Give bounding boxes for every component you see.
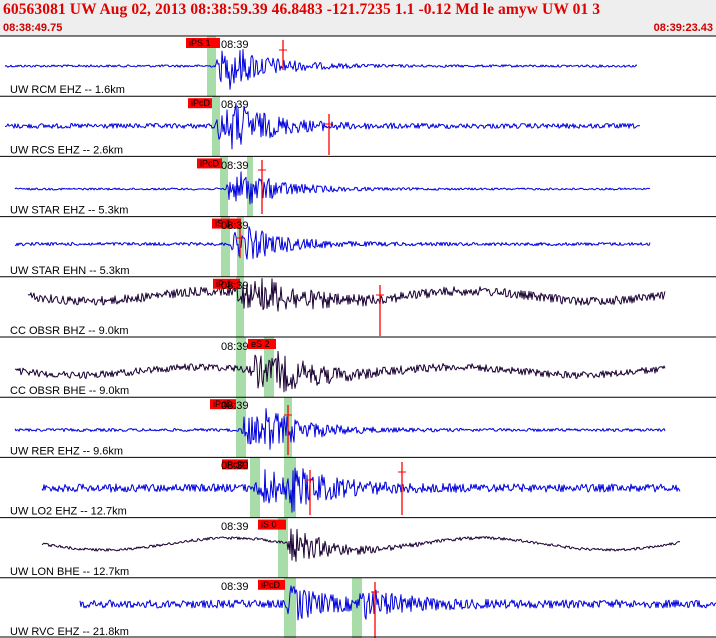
phase-window bbox=[212, 96, 220, 157]
waveform-trace[interactable] bbox=[14, 171, 651, 205]
waveform-trace[interactable] bbox=[14, 226, 651, 260]
trace-label: UW LON BHE -- 12.7km bbox=[10, 566, 129, 578]
time-tick-label: 08:39 bbox=[221, 39, 249, 51]
pick-label: eS 2 bbox=[251, 339, 270, 349]
pick-label: iPcD bbox=[200, 158, 220, 168]
time-tick-label: 08:39 bbox=[221, 160, 249, 172]
pick-label: iPcD bbox=[261, 580, 281, 590]
time-tick-label: 08:39 bbox=[221, 341, 249, 353]
waveform-trace[interactable] bbox=[41, 467, 681, 513]
trace-label: UW RVC EHZ -- 21.8km bbox=[10, 626, 129, 638]
time-tick-label: 08:39 bbox=[221, 400, 249, 412]
trace-label: UW LO2 EHZ -- 12.7km bbox=[10, 506, 127, 518]
time-tick-label: 08:39 bbox=[221, 280, 249, 292]
waveform-trace[interactable] bbox=[14, 408, 666, 450]
waveform-trace[interactable] bbox=[4, 102, 640, 150]
time-tick-label: 08:39 bbox=[221, 220, 249, 232]
trace-label: UW STAR EHZ -- 5.3km bbox=[10, 205, 128, 217]
trace-label: CC OBSR BHE -- 9.0km bbox=[10, 385, 129, 397]
waveform-trace[interactable] bbox=[41, 528, 681, 562]
pick-label: iPcD bbox=[191, 98, 211, 108]
pick-label: iPS 1 bbox=[189, 38, 211, 48]
time-tick-label: 08:39 bbox=[221, 99, 249, 111]
trace-label: UW RCM EHZ -- 1.6km bbox=[10, 84, 125, 96]
pick-label: iS 0 bbox=[261, 520, 277, 530]
trace-label: UW RCS EHZ -- 2.6km bbox=[10, 144, 123, 156]
time-tick-label: 08:39 bbox=[221, 581, 249, 593]
seismogram-panel[interactable]: iPS 1 08:39UW RCM EHZ -- 1.6kmiPcD 08:39UW… bbox=[0, 0, 716, 638]
time-tick-label: 08:39 bbox=[221, 521, 249, 533]
trace-label: UW STAR EHN -- 5.3km bbox=[10, 265, 130, 277]
trace-label: CC OBSR BHZ -- 9.0km bbox=[10, 325, 129, 337]
waveform-trace[interactable] bbox=[79, 585, 716, 621]
time-tick-label: 08:39 bbox=[221, 460, 249, 472]
waveform-trace[interactable] bbox=[27, 278, 666, 312]
trace-label: UW RER EHZ -- 9.6km bbox=[10, 445, 123, 457]
